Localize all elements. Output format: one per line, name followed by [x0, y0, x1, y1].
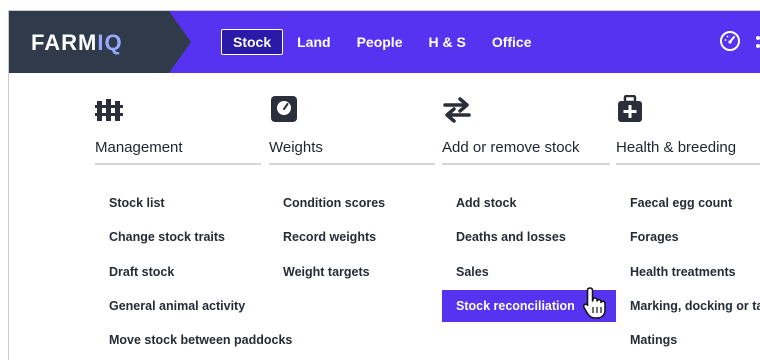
menu-item-stock-list[interactable]: Stock list [95, 187, 165, 219]
menu-item-forages[interactable]: Forages [616, 221, 679, 253]
menu-item-weight-targets[interactable]: Weight targets [269, 256, 370, 288]
menu-item-matings[interactable]: Matings [616, 324, 677, 356]
column-header-add-remove-stock: Add or remove stock [442, 95, 610, 165]
column-title: Weights [269, 139, 323, 156]
dashboard-gauge-icon[interactable] [719, 30, 741, 52]
menu-item-general-animal-activity[interactable]: General animal activity [95, 290, 245, 322]
menu-item-draft-stock[interactable]: Draft stock [95, 256, 174, 288]
logo-block[interactable]: FARMIQ [9, 11, 191, 73]
tab-office[interactable]: Office [480, 29, 544, 55]
app-window: FARMIQ Stock Land People H & S Office Ma… [8, 10, 760, 360]
menu-item-change-stock-traits[interactable]: Change stock traits [95, 221, 225, 253]
medical-bag-icon [618, 95, 642, 122]
swap-arrows-icon [443, 97, 471, 123]
hand-pointer-cursor-icon [582, 287, 606, 319]
tab-health-safety[interactable]: H & S [416, 29, 477, 55]
menu-item-record-weights[interactable]: Record weights [269, 221, 376, 253]
column-header-management: Management [95, 95, 261, 165]
scale-icon [271, 96, 297, 122]
fence-icon [95, 99, 123, 121]
more-icon[interactable] [754, 33, 760, 51]
column-title: Health & breeding [616, 139, 737, 156]
column-header-health-breeding: Health & breeding [616, 95, 760, 165]
menu-item-marking-docking[interactable]: Marking, docking or ta [616, 290, 760, 322]
tab-stock[interactable]: Stock [221, 29, 284, 55]
menu-item-faecal-egg-count[interactable]: Faecal egg count [616, 187, 732, 219]
menu-item-condition-scores[interactable]: Condition scores [269, 187, 385, 219]
menu-item-health-treatments[interactable]: Health treatments [616, 256, 736, 288]
stock-mega-menu: Management Stock list Change stock trait… [9, 73, 760, 360]
menu-item-deaths-and-losses[interactable]: Deaths and losses [442, 221, 566, 253]
column-title: Management [95, 139, 183, 156]
menu-item-move-stock-between-paddocks[interactable]: Move stock between paddocks [95, 324, 292, 356]
farmiq-logo[interactable]: FARMIQ [31, 30, 123, 56]
column-header-weights: Weights [269, 95, 435, 165]
logo-text-accent: IQ [97, 30, 123, 55]
main-nav-tabs: Stock Land People H & S Office [221, 29, 546, 55]
column-title: Add or remove stock [442, 139, 580, 156]
tab-land[interactable]: Land [285, 29, 342, 55]
menu-item-sales[interactable]: Sales [442, 256, 489, 288]
tab-people[interactable]: People [345, 29, 415, 55]
menu-item-add-stock[interactable]: Add stock [442, 187, 516, 219]
logo-text: FARM [31, 30, 98, 55]
top-navigation-bar: FARMIQ Stock Land People H & S Office [9, 11, 760, 73]
